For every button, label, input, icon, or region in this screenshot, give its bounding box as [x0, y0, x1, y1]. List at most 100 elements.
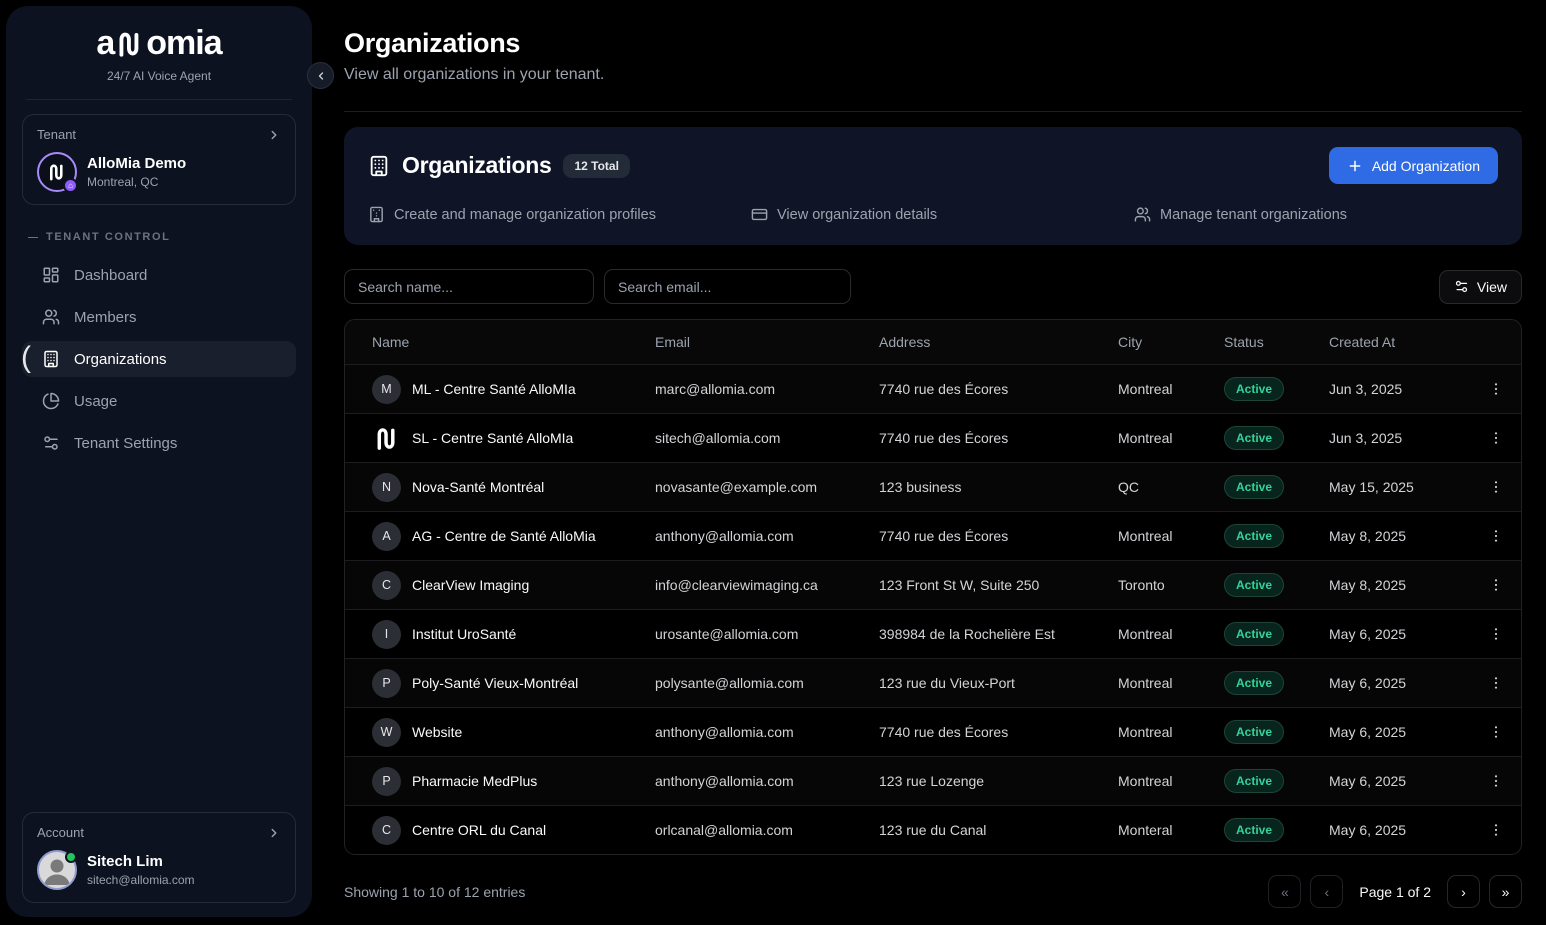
tenant-name: AlloMia Demo	[87, 155, 186, 173]
org-created-at: May 15, 2025	[1329, 479, 1481, 495]
more-vertical-icon	[1488, 724, 1504, 740]
column-header-name[interactable]: Name	[345, 334, 655, 350]
app-window: a omia 24/7 AI Voice Agent Tenant	[0, 0, 1546, 925]
status-badge: Active	[1224, 769, 1284, 793]
row-actions-button[interactable]	[1481, 374, 1511, 404]
org-name: Poly-Santé Vieux-Montréal	[412, 675, 578, 691]
org-name: Pharmacie MedPlus	[412, 773, 537, 789]
status-badge: Active	[1224, 426, 1284, 450]
row-actions-button[interactable]	[1481, 668, 1511, 698]
table-row[interactable]: W Website anthony@allomia.com 7740 rue d…	[345, 707, 1521, 756]
column-header-created[interactable]: Created At	[1329, 334, 1481, 350]
sidebar-item-usage[interactable]: Usage	[22, 383, 296, 419]
organizations-summary-card: Organizations 12 Total Add Organization …	[344, 127, 1522, 245]
sidebar-item-members[interactable]: Members	[22, 299, 296, 335]
org-name: Website	[412, 724, 462, 740]
tenant-card[interactable]: Tenant ⌂ AlloMia Demo Montreal, QC	[22, 114, 296, 205]
org-created-at: Jun 3, 2025	[1329, 430, 1481, 446]
search-email-input[interactable]	[604, 269, 851, 304]
sidebar-section-label: Tenant Control	[28, 231, 290, 243]
org-address: 7740 rue des Écores	[879, 528, 1118, 544]
table-header-row: Name Email Address City Status Created A…	[345, 320, 1521, 364]
org-avatar: M	[372, 375, 401, 404]
org-email: polysante@allomia.com	[655, 675, 879, 691]
dashboard-icon	[42, 266, 60, 284]
status-badge: Active	[1224, 475, 1284, 499]
org-name: Nova-Santé Montréal	[412, 479, 544, 495]
more-vertical-icon	[1488, 430, 1504, 446]
org-email: anthony@allomia.com	[655, 528, 879, 544]
org-city: Montreal	[1118, 724, 1224, 740]
previous-page-button[interactable]: ‹	[1310, 875, 1343, 908]
sidebar-item-dashboard[interactable]: Dashboard	[22, 257, 296, 293]
org-avatar: N	[372, 473, 401, 502]
row-actions-button[interactable]	[1481, 717, 1511, 747]
page-indicator: Page 1 of 2	[1359, 884, 1431, 900]
last-page-button[interactable]: »	[1489, 875, 1522, 908]
entries-summary: Showing 1 to 10 of 12 entries	[344, 884, 525, 900]
row-actions-button[interactable]	[1481, 570, 1511, 600]
page-subtitle: View all organizations in your tenant.	[344, 66, 1522, 84]
pagination: « ‹ Page 1 of 2 › »	[1268, 875, 1522, 908]
org-avatar-waveform-icon	[372, 424, 401, 453]
table-row[interactable]: M ML - Centre Santé AlloMIa marc@allomia…	[345, 364, 1521, 413]
sidebar-collapse-button[interactable]	[307, 62, 334, 89]
feature-create-profiles: Create and manage organization profiles	[368, 206, 751, 223]
header-divider	[344, 111, 1522, 112]
table-row[interactable]: A AG - Centre de Santé AlloMia anthony@a…	[345, 511, 1521, 560]
account-card[interactable]: Account Sitech Lim sitech@allomia.com	[22, 812, 296, 903]
organizations-table: Name Email Address City Status Created A…	[344, 319, 1522, 855]
view-options-button[interactable]: View	[1439, 270, 1522, 304]
column-header-email[interactable]: Email	[655, 334, 879, 350]
status-badge: Active	[1224, 524, 1284, 548]
building-icon	[42, 350, 60, 368]
first-page-button[interactable]: «	[1268, 875, 1301, 908]
sidebar-item-tenant-settings[interactable]: Tenant Settings	[22, 425, 296, 461]
org-address: 123 Front St W, Suite 250	[879, 577, 1118, 593]
org-address: 123 business	[879, 479, 1118, 495]
search-name-input[interactable]	[344, 269, 594, 304]
chevron-left-icon	[315, 70, 327, 82]
table-row[interactable]: N Nova-Santé Montréal novasante@example.…	[345, 462, 1521, 511]
row-actions-button[interactable]	[1481, 766, 1511, 796]
row-actions-button[interactable]	[1481, 521, 1511, 551]
row-actions-button[interactable]	[1481, 472, 1511, 502]
sidebar-item-organizations[interactable]: ( Organizations	[22, 341, 296, 377]
org-avatar: P	[372, 767, 401, 796]
table-row[interactable]: C Centre ORL du Canal orlcanal@allomia.c…	[345, 805, 1521, 854]
total-count-badge: 12 Total	[563, 154, 629, 178]
more-vertical-icon	[1488, 528, 1504, 544]
tenant-card-label: Tenant	[37, 127, 76, 142]
chevron-right-icon	[267, 128, 281, 142]
org-avatar: I	[372, 620, 401, 649]
org-email: orlcanal@allomia.com	[655, 822, 879, 838]
org-city: Monteral	[1118, 822, 1224, 838]
row-actions-button[interactable]	[1481, 815, 1511, 845]
org-name: SL - Centre Santé AlloMIa	[412, 430, 573, 446]
org-name: Institut UroSanté	[412, 626, 516, 642]
column-header-address[interactable]: Address	[879, 334, 1118, 350]
row-actions-button[interactable]	[1481, 423, 1511, 453]
tagline: 24/7 AI Voice Agent	[22, 69, 296, 83]
table-row[interactable]: I Institut UroSanté urosante@allomia.com…	[345, 609, 1521, 658]
org-name: ClearView Imaging	[412, 577, 529, 593]
status-badge: Active	[1224, 377, 1284, 401]
next-page-button[interactable]: ›	[1447, 875, 1480, 908]
user-avatar	[37, 850, 77, 890]
column-header-city[interactable]: City	[1118, 334, 1224, 350]
add-organization-button[interactable]: Add Organization	[1329, 147, 1498, 184]
org-created-at: Jun 3, 2025	[1329, 381, 1481, 397]
sliders-icon	[42, 434, 60, 452]
org-created-at: May 6, 2025	[1329, 773, 1481, 789]
org-address: 123 rue du Vieux-Port	[879, 675, 1118, 691]
org-address: 123 rue Lozenge	[879, 773, 1118, 789]
row-actions-button[interactable]	[1481, 619, 1511, 649]
table-row[interactable]: C ClearView Imaging info@clearviewimagin…	[345, 560, 1521, 609]
table-row[interactable]: P Pharmacie MedPlus anthony@allomia.com …	[345, 756, 1521, 805]
column-header-status[interactable]: Status	[1224, 334, 1329, 350]
org-created-at: May 6, 2025	[1329, 724, 1481, 740]
table-row[interactable]: P Poly-Santé Vieux-Montréal polysante@al…	[345, 658, 1521, 707]
online-status-dot	[65, 851, 77, 863]
org-email: novasante@example.com	[655, 479, 879, 495]
table-row[interactable]: SL - Centre Santé AlloMIa sitech@allomia…	[345, 413, 1521, 462]
